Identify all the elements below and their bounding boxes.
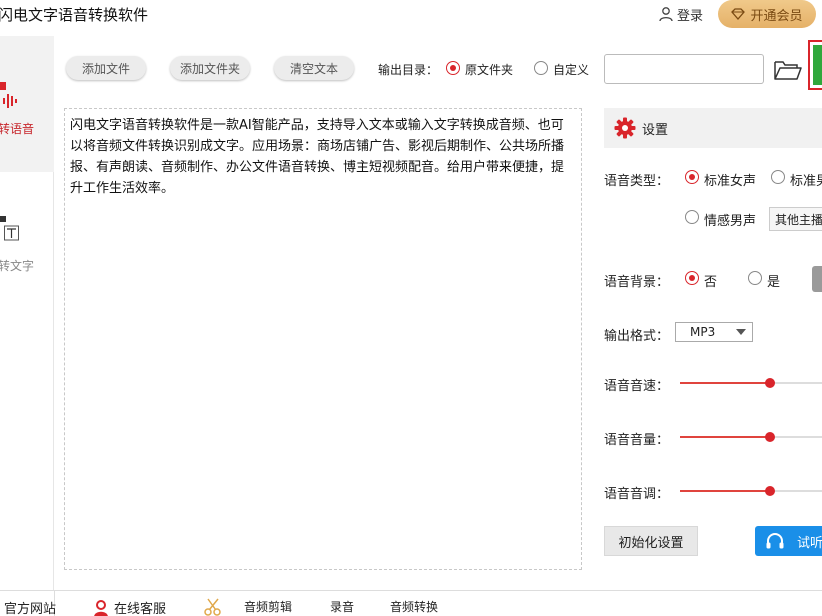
listen-button[interactable]: 试听: [755, 526, 822, 556]
voice-emotional-male-label: 情感男声: [704, 214, 757, 229]
output-custom-radio[interactable]: [534, 61, 548, 75]
listen-label: 试听: [797, 535, 822, 551]
add-folder-button[interactable]: 添加文件夹: [170, 56, 250, 80]
start-convert-button[interactable]: [808, 40, 822, 90]
voice-standard-male-label: 标准男: [790, 174, 822, 189]
speed-slider-knob[interactable]: [765, 378, 775, 388]
diamond-icon: [731, 8, 746, 20]
speech-to-text-icon: [0, 216, 19, 241]
user-icon: [659, 7, 673, 22]
format-value: MP3: [690, 325, 716, 339]
volume-slider-knob[interactable]: [765, 432, 775, 442]
vip-label: 开通会员: [750, 8, 803, 24]
gear-icon: [614, 117, 636, 139]
format-label: 输出格式：: [604, 329, 670, 344]
pitch-label: 语音音调：: [604, 487, 670, 502]
headphones-icon: [766, 533, 784, 549]
pitch-slider[interactable]: [680, 486, 822, 496]
voice-standard-male-radio[interactable]: [771, 170, 785, 184]
speed-label: 语音音速：: [604, 379, 670, 394]
output-custom-label: 自定义: [553, 63, 590, 77]
scissors-icon: [204, 598, 221, 616]
audio-convert-link[interactable]: 音频转换: [390, 598, 438, 615]
record-link[interactable]: 录音: [330, 598, 354, 615]
output-original-radio[interactable]: [446, 61, 460, 75]
sidebar-item-label: 转文字: [0, 259, 35, 273]
output-original-label: 原文件夹: [465, 63, 514, 77]
voice-standard-female-radio[interactable]: [685, 170, 699, 184]
background-label: 语音背景：: [604, 275, 670, 290]
app-title: 闪电文字语音转换软件: [0, 6, 149, 24]
background-yes-label: 是: [767, 275, 781, 290]
sidebar-item-label: 转语音: [0, 122, 35, 136]
add-file-button[interactable]: 添加文件: [66, 56, 146, 80]
sidebar-item-to-speech[interactable]: 转语音: [0, 36, 54, 172]
voice-standard-female-label: 标准女声: [704, 174, 757, 189]
settings-title: 设置: [642, 122, 669, 138]
chevron-down-icon: [736, 329, 746, 335]
official-website-link[interactable]: 官方网站: [4, 598, 56, 616]
voice-emotional-male-radio[interactable]: [685, 210, 699, 224]
background-no-label: 否: [704, 275, 718, 290]
speed-slider-fill: [680, 382, 770, 384]
login-label: 登录: [677, 8, 704, 24]
online-service-link[interactable]: 在线客服: [92, 598, 166, 616]
clear-text-button[interactable]: 清空文本: [274, 56, 354, 80]
service-agent-icon: [94, 599, 108, 616]
text-to-speech-icon: [0, 82, 17, 108]
online-service-label: 在线客服: [114, 602, 167, 616]
sidebar-item-to-text[interactable]: 转文字: [0, 172, 54, 282]
volume-slider-fill: [680, 436, 770, 438]
pitch-slider-fill: [680, 490, 770, 492]
output-path-input[interactable]: [604, 54, 764, 84]
settings-header: 设置: [604, 108, 822, 148]
background-no-radio[interactable]: [685, 271, 699, 285]
voice-type-label: 语音类型：: [604, 174, 670, 189]
reset-settings-button[interactable]: 初始化设置: [604, 526, 698, 556]
volume-label: 语音音量：: [604, 433, 670, 448]
speed-slider[interactable]: [680, 378, 822, 388]
pitch-slider-knob[interactable]: [765, 486, 775, 496]
format-select[interactable]: MP3: [675, 322, 753, 342]
text-editor[interactable]: 闪电文字语音转换软件是一款AI智能产品，支持导入文本或输入文字转换成音频、也可以…: [64, 108, 582, 570]
background-select-button[interactable]: [812, 266, 822, 292]
other-anchor-select[interactable]: 其他主播: [769, 207, 822, 231]
output-dir-label: 输出目录：: [378, 63, 439, 77]
login-button[interactable]: 登录: [658, 4, 703, 24]
vip-button[interactable]: 开通会员: [718, 0, 816, 28]
folder-open-icon[interactable]: [773, 58, 803, 82]
background-yes-radio[interactable]: [748, 271, 762, 285]
volume-slider[interactable]: [680, 432, 822, 442]
audio-edit-link[interactable]: 音频剪辑: [244, 598, 292, 615]
